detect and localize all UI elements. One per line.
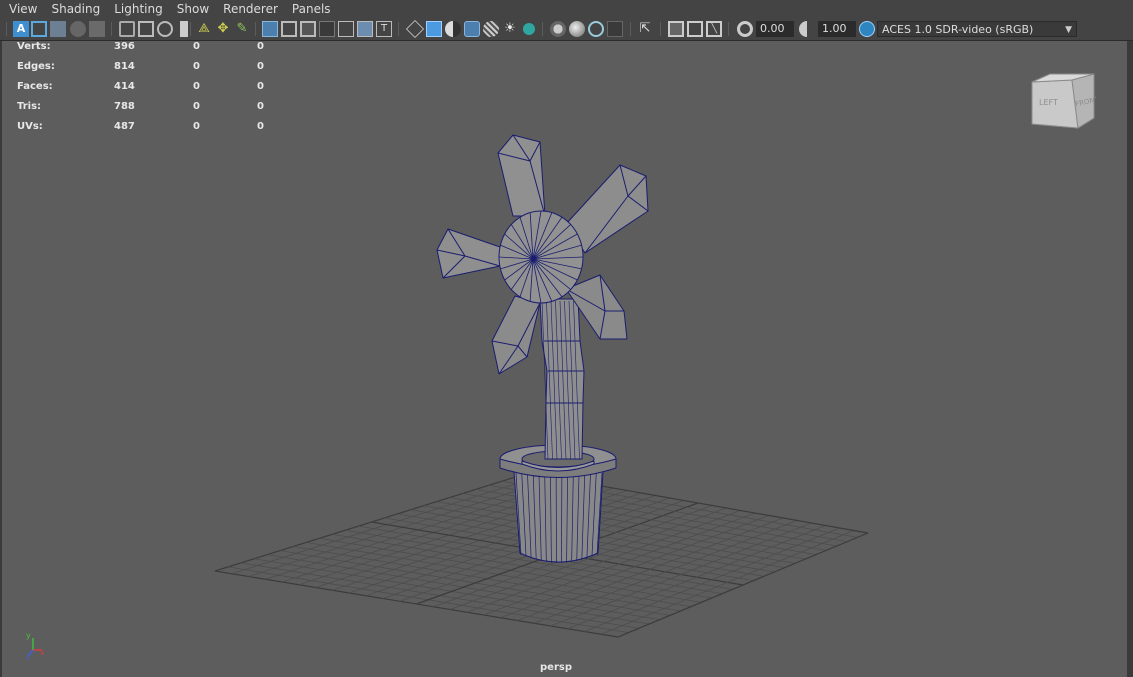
resolution-gate-icon[interactable] [119,21,135,37]
shadows-icon[interactable] [523,23,535,35]
bookmarks-icon[interactable] [50,21,66,37]
menu-show[interactable]: Show [170,0,216,18]
xray-active-icon[interactable]: ╲ [706,21,722,37]
grid-icon[interactable] [262,21,278,37]
menu-renderer[interactable]: Renderer [216,0,285,18]
field-chart-toggle-icon[interactable] [338,21,354,37]
hud-label: Tris: [17,101,42,112]
hud-value: 396 [114,41,135,52]
anti-aliasing-icon[interactable] [588,21,604,37]
menu-lighting[interactable]: Lighting [107,0,170,18]
default-material-icon[interactable] [445,21,461,37]
axis-y-label: y [26,631,31,640]
hud-label: UVs: [17,121,43,132]
gate-mask-icon[interactable] [319,21,335,37]
safe-action-icon[interactable] [138,21,154,37]
isolate-select-icon[interactable]: ⇱ [637,21,653,37]
color-space-value: ACES 1.0 SDR-video (sRGB) [882,23,1034,36]
resolution-toggle-icon[interactable] [300,21,316,37]
safe-action-toggle-icon[interactable] [357,21,373,37]
color-space-dropdown[interactable]: ACES 1.0 SDR-video (sRGB) ▼ [877,21,1077,37]
pivot-icon[interactable]: ✥ [215,21,231,37]
toolbar-divider [6,22,7,36]
camera-attributes-icon[interactable] [31,21,47,37]
hud-value: 414 [114,81,135,92]
hud-value: 0 [193,41,200,52]
menu-panels[interactable]: Panels [285,0,338,18]
hud-value: 0 [193,121,200,132]
hud-value: 0 [193,101,200,112]
depth-of-field-icon[interactable] [607,21,623,37]
select-camera-icon[interactable]: A [13,21,29,37]
hud-value: 487 [114,121,135,132]
pot-mesh[interactable] [499,444,617,563]
chevron-down-icon: ▼ [1065,25,1072,35]
hud-value: 814 [114,61,135,72]
hud-label: Faces: [17,81,53,92]
hud-value: 0 [257,61,264,72]
scene-canvas[interactable]: y x z [0,41,1125,677]
toolbar-divider [728,22,729,36]
hud-value: 788 [114,101,135,112]
menu-view[interactable]: View [0,0,44,18]
hud-value: 0 [257,81,264,92]
lighting-icon[interactable]: ☀ [502,21,518,37]
viewcube-left-label[interactable]: LEFT [1039,98,1058,107]
color-management-icon[interactable] [859,21,875,37]
screen-space-ao-icon[interactable] [550,21,566,37]
axis-gizmo: y x z [26,631,45,661]
exposure-field[interactable]: 0.00 [756,21,794,37]
stem-mesh[interactable] [539,298,585,460]
toolbar-divider [190,22,191,36]
motion-blur-icon[interactable] [569,21,585,37]
wireframe-on-shaded-icon[interactable] [464,21,480,37]
gamma-field[interactable]: 1.00 [818,21,856,37]
toolbar-divider [542,22,543,36]
hud-value: 0 [193,61,200,72]
toolbar-divider [398,22,399,36]
viewport-toolbar: A ⟁ ✥ ✎ T ☀ ⇱ ╲ 0.00 1.00 ACES 1.0 SDR-v… [0,18,1133,41]
toolbar-divider [660,22,661,36]
wireframe-icon[interactable] [405,19,425,39]
film-gate-toggle-icon[interactable] [281,21,297,37]
film-gate-icon[interactable] [89,21,105,37]
toolbar-divider [630,22,631,36]
axis-z-label: z [26,652,30,661]
view-cube[interactable]: LEFT FRONT [1030,72,1096,132]
hud-value: 0 [257,101,264,112]
safe-title-icon[interactable]: T [376,21,392,37]
xray-joints-icon[interactable] [687,21,703,37]
field-chart-icon[interactable] [157,21,173,37]
textures-icon[interactable] [483,21,499,37]
snap-icon[interactable]: ⟁ [196,21,212,37]
hud-value: 0 [257,121,264,132]
hud-label: Verts: [17,41,51,52]
image-plane-icon[interactable] [70,21,86,37]
paint-icon[interactable]: ✎ [234,21,250,37]
xray-icon[interactable] [668,21,684,37]
hud-label: Edges: [17,61,55,72]
menu-shading[interactable]: Shading [44,0,107,18]
toolbar-divider [111,22,112,36]
hud-value: 0 [193,81,200,92]
exposure-icon[interactable] [737,21,753,37]
camera-name-label: persp [540,662,572,673]
gamma-icon[interactable] [799,21,815,37]
smooth-shade-icon[interactable] [426,21,442,37]
viewport-menu-bar: View Shading Lighting Show Renderer Pane… [0,0,1133,18]
hud-value: 0 [257,41,264,52]
flower-head-mesh[interactable] [498,210,584,304]
toolbar-divider [255,22,256,36]
axis-x-label: x [40,648,45,657]
bookmark-icon[interactable] [180,21,188,37]
